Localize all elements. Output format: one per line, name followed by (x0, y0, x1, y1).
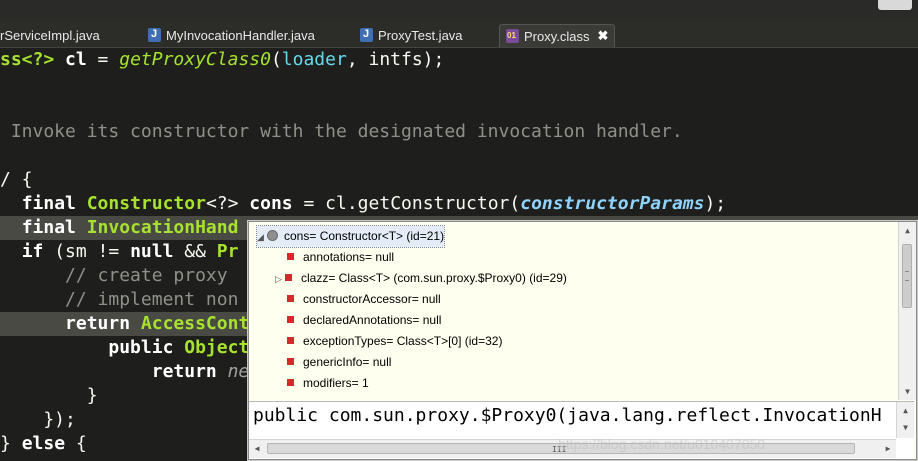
variable-inspect-popup[interactable]: ◢ cons= Constructor<T> (id=21) annotation… (248, 221, 917, 460)
code-line: / { (0, 169, 33, 190)
scroll-up-arrow-icon[interactable]: ▲ (897, 402, 914, 419)
tree-row-field[interactable]: genericInfo= null (287, 352, 391, 373)
tree-row-field[interactable]: ▷ clazz= Class<T> (com.sun.proxy.$Proxy0)… (275, 268, 567, 289)
tab-label: Proxy.class (524, 28, 590, 44)
tree-row-field[interactable]: declaredAnnotations= null (287, 310, 441, 331)
private-field-icon (287, 295, 294, 303)
private-field-icon (287, 316, 294, 324)
tab-label: ProxyTest.java (378, 27, 463, 43)
tab-label: MyInvocationHandler.java (166, 27, 315, 43)
scroll-thumb[interactable] (902, 244, 912, 308)
object-icon (267, 230, 278, 242)
watermark: https://blog.csdn.net/u010407050 (558, 436, 766, 452)
grip-icon (905, 271, 909, 281)
private-field-icon (287, 358, 294, 366)
private-field-icon (285, 274, 292, 282)
tree-row-field[interactable]: annotations= null (287, 247, 394, 268)
java-file-icon (148, 28, 161, 42)
class-file-icon (506, 29, 519, 43)
close-icon[interactable]: ✖ (598, 28, 609, 44)
expand-triangle-icon[interactable]: ▷ (275, 269, 285, 290)
scroll-left-arrow-icon[interactable]: ◀ (249, 440, 265, 458)
window-control[interactable] (878, 0, 912, 10)
detail-text: public com.sun.proxy.$Proxy0(java.lang.r… (253, 405, 882, 426)
tab-myinvocationhandler[interactable]: MyInvocationHandler.java (142, 24, 321, 46)
tab-proxy-class[interactable]: Proxy.class ✖ (499, 24, 616, 47)
tree-row-field[interactable]: exceptionTypes= Class<T>[0] (id=32) (287, 331, 502, 352)
java-file-icon (360, 28, 373, 42)
window-top-strip (0, 0, 918, 20)
tab-label: rServiceImpl.java (0, 27, 100, 43)
tree-row-cons[interactable]: ◢ cons= Constructor<T> (id=21) (255, 225, 446, 248)
tab-serviceimpl[interactable]: rServiceImpl.java (0, 24, 106, 46)
collapse-triangle-icon[interactable]: ◢ (257, 227, 267, 248)
code-line: final Constructor<?> cons = cl.getConstr… (21, 193, 727, 214)
private-field-icon (287, 253, 294, 261)
tree-vertical-scrollbar[interactable]: ▲ ▼ (898, 222, 916, 400)
scroll-right-arrow-icon[interactable]: ▶ (880, 440, 896, 458)
scroll-down-arrow-icon[interactable]: ▼ (897, 419, 914, 436)
tree-row-field[interactable]: modifiers= 1 (287, 373, 369, 394)
scroll-up-arrow-icon[interactable]: ▲ (899, 222, 916, 239)
code-line: ss<?> cl = getProxyClass0(loader, intfs)… (0, 49, 445, 70)
tree-row-field[interactable]: constructorAccessor= null (287, 289, 441, 310)
detail-vertical-scrollbar[interactable]: ▲ ▼ (896, 402, 914, 438)
tab-proxytest[interactable]: ProxyTest.java (354, 24, 469, 46)
editor-tab-bar: rServiceImpl.java MyInvocationHandler.ja… (0, 20, 918, 48)
variable-tree[interactable]: ◢ cons= Constructor<T> (id=21) annotation… (249, 222, 896, 400)
code-comment-line: Invoke its constructor with the designat… (0, 121, 683, 142)
private-field-icon (287, 379, 294, 387)
scroll-down-arrow-icon[interactable]: ▼ (899, 383, 916, 400)
private-field-icon (287, 337, 294, 345)
